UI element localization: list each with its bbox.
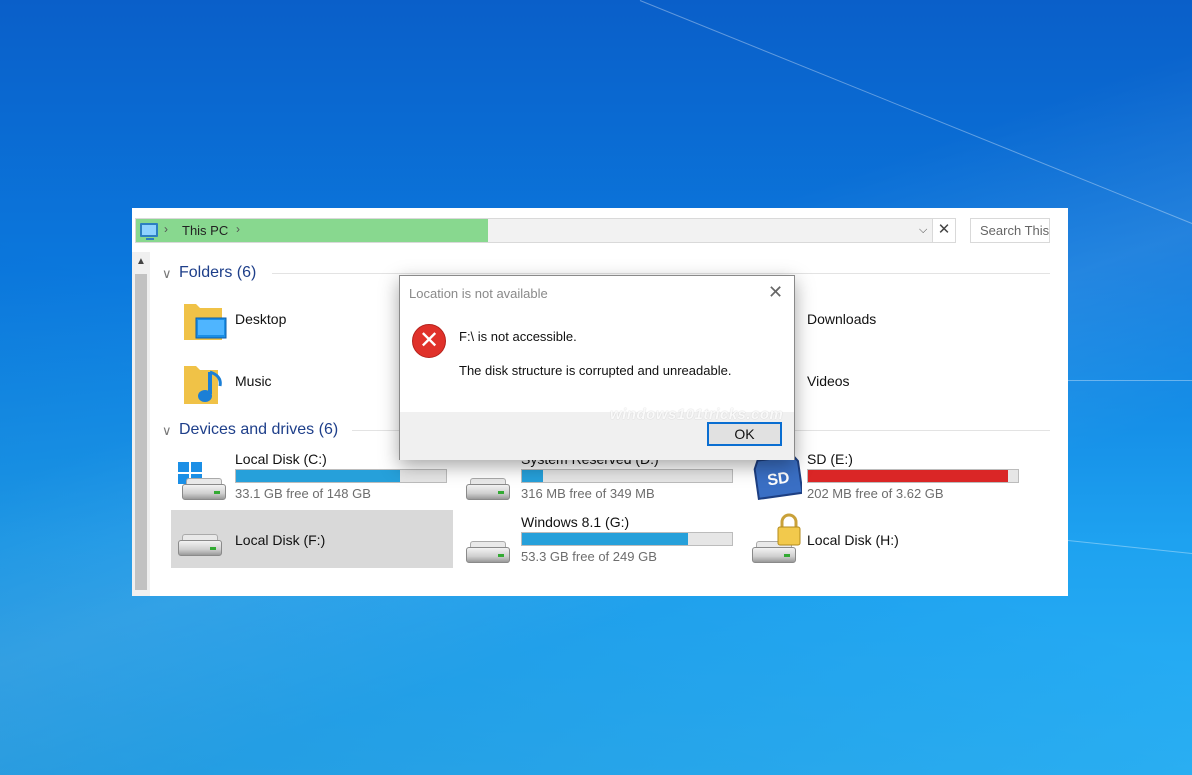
- drive-icon: [178, 534, 222, 556]
- drive-free-space: 33.1 GB free of 148 GB: [235, 486, 371, 501]
- this-pc-icon: [140, 223, 158, 240]
- folder-item-music[interactable]: Music: [182, 358, 422, 408]
- background-light-ray: [1068, 380, 1192, 381]
- breadcrumb-chevron-icon[interactable]: ›: [236, 222, 240, 236]
- address-dropdown-icon[interactable]: ⌵: [919, 224, 927, 237]
- folder-label: Desktop: [235, 311, 287, 327]
- folder-label: Music: [235, 373, 272, 389]
- dialog-message-secondary: The disk structure is corrupted and unre…: [459, 363, 732, 378]
- drive-usage-bar: [235, 469, 447, 483]
- drive-usage-bar: [807, 469, 1019, 483]
- drive-item-f[interactable]: Local Disk (F:): [176, 512, 452, 566]
- drives-collapse-chevron-icon[interactable]: ∨: [162, 423, 172, 439]
- drive-icon: [182, 478, 226, 500]
- dialog-footer: windows101tricks.com OK: [400, 406, 794, 460]
- drive-usage-fill: [522, 470, 543, 482]
- folders-group-header[interactable]: Folders (6): [179, 264, 256, 282]
- folders-collapse-chevron-icon[interactable]: ∨: [162, 266, 172, 282]
- lock-icon: [777, 513, 801, 546]
- ok-button[interactable]: OK: [707, 422, 782, 446]
- scroll-up-icon[interactable]: ▲: [136, 256, 146, 267]
- drive-item-g[interactable]: Windows 8.1 (G:) 53.3 GB free of 249 GB: [462, 511, 742, 567]
- folder-item-desktop[interactable]: Desktop: [182, 296, 422, 346]
- drives-group-header[interactable]: Devices and drives (6): [179, 421, 338, 439]
- scrollbar-thumb[interactable]: [135, 274, 147, 590]
- drive-label: SD (E:): [807, 451, 853, 467]
- drive-label: Local Disk (H:): [807, 532, 899, 548]
- vertical-scrollbar[interactable]: ▲: [132, 252, 150, 596]
- search-input[interactable]: Search This: [970, 218, 1050, 243]
- drive-item-h[interactable]: Local Disk (H:): [748, 511, 1028, 567]
- drive-label: Local Disk (F:): [235, 532, 326, 548]
- watermark: windows101tricks.com: [610, 406, 784, 423]
- error-icon: ✕: [412, 324, 446, 358]
- drive-usage-bar: [521, 469, 733, 483]
- drive-icon: [466, 478, 510, 500]
- sd-card-icon: SD: [753, 454, 802, 500]
- svg-text:SD: SD: [766, 469, 790, 489]
- drive-free-space: 53.3 GB free of 249 GB: [521, 549, 657, 564]
- drive-icon: [466, 541, 510, 563]
- folder-label: Downloads: [807, 311, 877, 327]
- error-dialog: Location is not available ✕ ✕ F:\ is not…: [399, 275, 795, 460]
- breadcrumb-this-pc[interactable]: This PC: [182, 223, 228, 238]
- drive-label: Windows 8.1 (G:): [521, 514, 630, 530]
- address-row: › This PC › ⌵ ✕ Search This: [132, 208, 1068, 252]
- breadcrumb-chevron-icon[interactable]: ›: [164, 222, 168, 236]
- address-close-button[interactable]: ✕: [932, 218, 956, 243]
- drive-usage-fill: [522, 533, 688, 545]
- drive-free-space: 202 MB free of 3.62 GB: [807, 486, 944, 501]
- address-bar[interactable]: › This PC › ⌵: [135, 218, 955, 243]
- drive-usage-fill: [236, 470, 400, 482]
- group-divider: [272, 273, 1050, 274]
- desktop-folder-icon: [184, 304, 227, 340]
- drive-usage-bar: [521, 532, 733, 546]
- drive-free-space: 316 MB free of 349 MB: [521, 486, 655, 501]
- drive-label: Local Disk (C:): [235, 451, 327, 467]
- folder-label: Videos: [807, 373, 850, 389]
- close-icon[interactable]: ✕: [768, 282, 783, 303]
- music-folder-icon: [184, 366, 222, 404]
- dialog-title: Location is not available: [409, 286, 548, 301]
- dialog-message-primary: F:\ is not accessible.: [459, 329, 577, 344]
- drive-usage-fill: [808, 470, 1008, 482]
